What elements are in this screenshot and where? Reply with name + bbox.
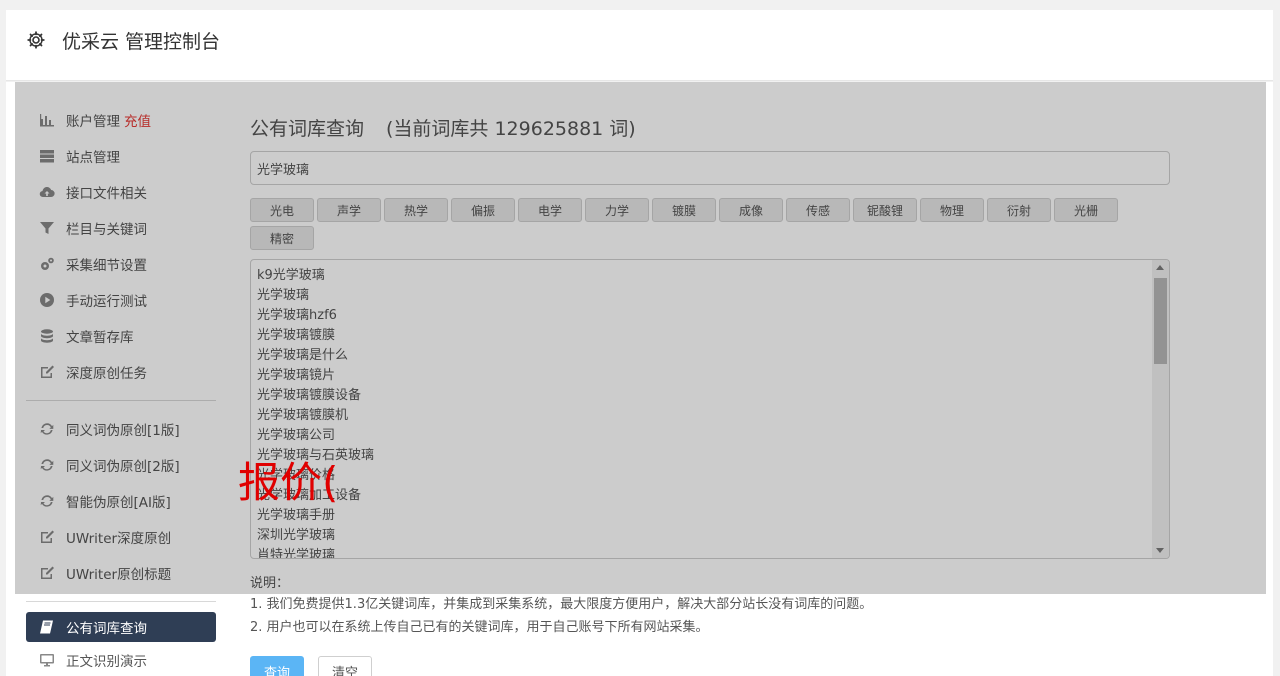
clear-button[interactable]: 清空: [318, 656, 372, 676]
app-header: 优采云 管理控制台: [6, 10, 1273, 81]
monitor-icon: [38, 651, 56, 669]
note-line: 2. 用户也可以在系统上传自己已有的关键词库，用于自己账号下所有网站采集。: [250, 620, 709, 635]
modal-overlay: [15, 82, 1266, 594]
watermark-text: 报价(: [238, 458, 339, 507]
sidebar-item-label: 正文识别演示: [66, 654, 147, 670]
page-scrollbar[interactable]: [1273, 0, 1280, 676]
app-title: 优采云 管理控制台: [62, 31, 221, 53]
book-icon: [38, 618, 56, 636]
query-button[interactable]: 查询: [250, 656, 304, 676]
sidebar-item-text-recognition[interactable]: 正文识别演示: [26, 642, 216, 676]
sidebar-item-label: 公有词库查询: [66, 621, 147, 637]
sidebar-divider: [26, 601, 216, 602]
gear-icon: [26, 30, 46, 50]
note-line: 1. 我们免费提供1.3亿关键词库，并集成到采集系统，最大限度方便用户，解决大部…: [250, 597, 873, 612]
sidebar-item-public-lexicon[interactable]: 公有词库查询: [26, 612, 216, 642]
notes: 1. 我们免费提供1.3亿关键词库，并集成到采集系统，最大限度方便用户，解决大部…: [250, 593, 872, 639]
